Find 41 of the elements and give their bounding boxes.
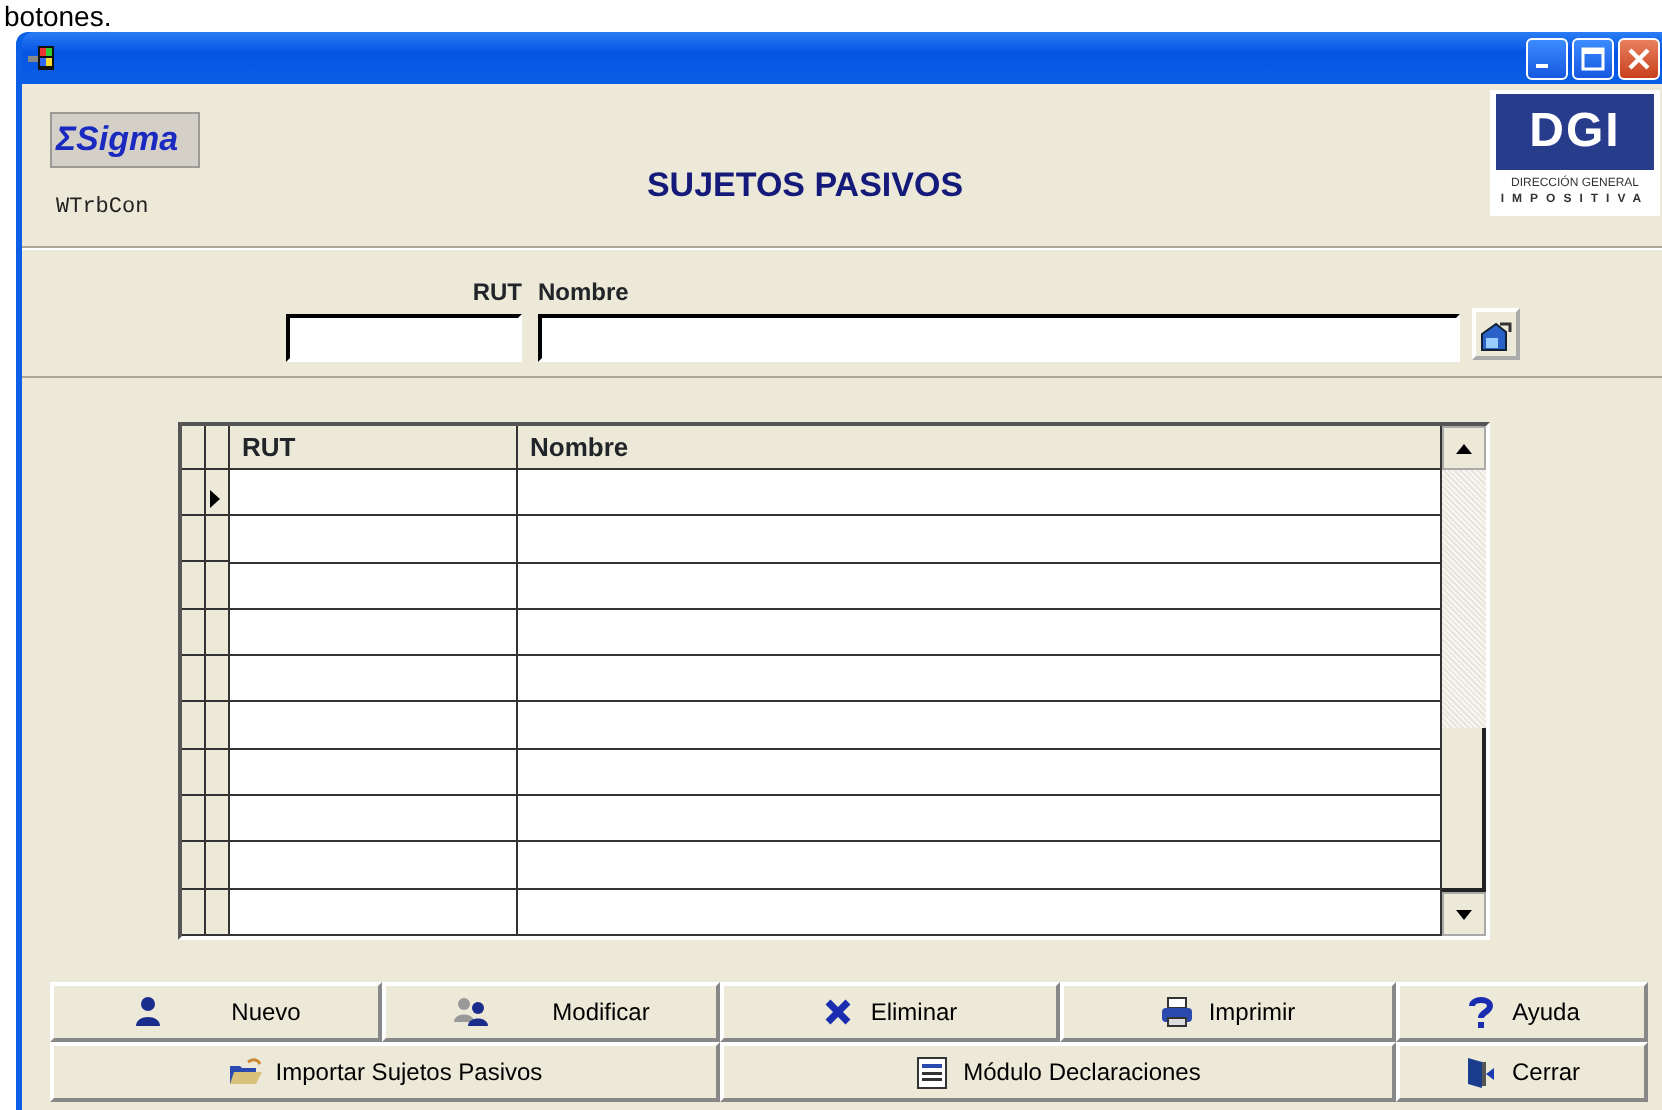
up-arrow-icon xyxy=(1456,443,1472,453)
close-icon xyxy=(1624,43,1654,73)
down-arrow-icon xyxy=(1456,909,1472,919)
door-icon xyxy=(1463,1055,1500,1089)
row-indicator[interactable] xyxy=(206,749,228,797)
field-label: Nombre xyxy=(538,278,629,306)
toolbar-button[interactable]: Cerrar xyxy=(1396,1042,1648,1102)
toolbar-button[interactable]: Imprimir xyxy=(1060,982,1396,1042)
sigma-logo: ΣSigma xyxy=(50,112,200,168)
search-button[interactable] xyxy=(1472,308,1520,360)
row-indicator[interactable] xyxy=(206,889,228,936)
column-header: RUT xyxy=(230,426,516,470)
form-title: SUJETOS PASIVOS xyxy=(646,164,964,208)
document-icon xyxy=(915,1055,952,1089)
app-icon xyxy=(26,42,58,74)
row-pointer-icon xyxy=(210,490,220,509)
folder-icon xyxy=(227,1055,264,1089)
minimize-button[interactable] xyxy=(1526,37,1568,79)
printer-icon xyxy=(1160,995,1197,1029)
toolbar-button[interactable]: Importar Sujetos Pasivos xyxy=(50,1042,720,1102)
close-button[interactable] xyxy=(1618,37,1660,79)
toolbar-button[interactable]: Eliminar xyxy=(720,982,1060,1042)
house-icon xyxy=(1480,319,1512,352)
program-code: WTrbCon xyxy=(56,194,151,224)
toolbar-button[interactable]: Ayuda xyxy=(1396,982,1648,1042)
scroll-up-button[interactable] xyxy=(1442,426,1486,470)
logo-mark: DGI xyxy=(1496,94,1654,170)
toolbar-button[interactable]: Nuevo xyxy=(50,982,382,1042)
maximize-icon xyxy=(1578,43,1608,73)
people-icon xyxy=(452,995,489,1029)
toolbar-button[interactable]: Módulo Declaraciones xyxy=(720,1042,1396,1102)
scroll-thumb[interactable] xyxy=(1442,728,1486,892)
field-label: RUT xyxy=(472,278,522,306)
column-header: Nombre xyxy=(518,426,1440,470)
scroll-down-button[interactable] xyxy=(1442,892,1486,936)
toolbar-button[interactable]: Modificar xyxy=(382,982,720,1042)
input-field[interactable] xyxy=(286,314,522,362)
input-field[interactable] xyxy=(538,314,1460,362)
caption-text: botones. xyxy=(4,0,112,32)
maximize-button[interactable] xyxy=(1572,37,1614,79)
minimize-icon xyxy=(1536,63,1548,69)
